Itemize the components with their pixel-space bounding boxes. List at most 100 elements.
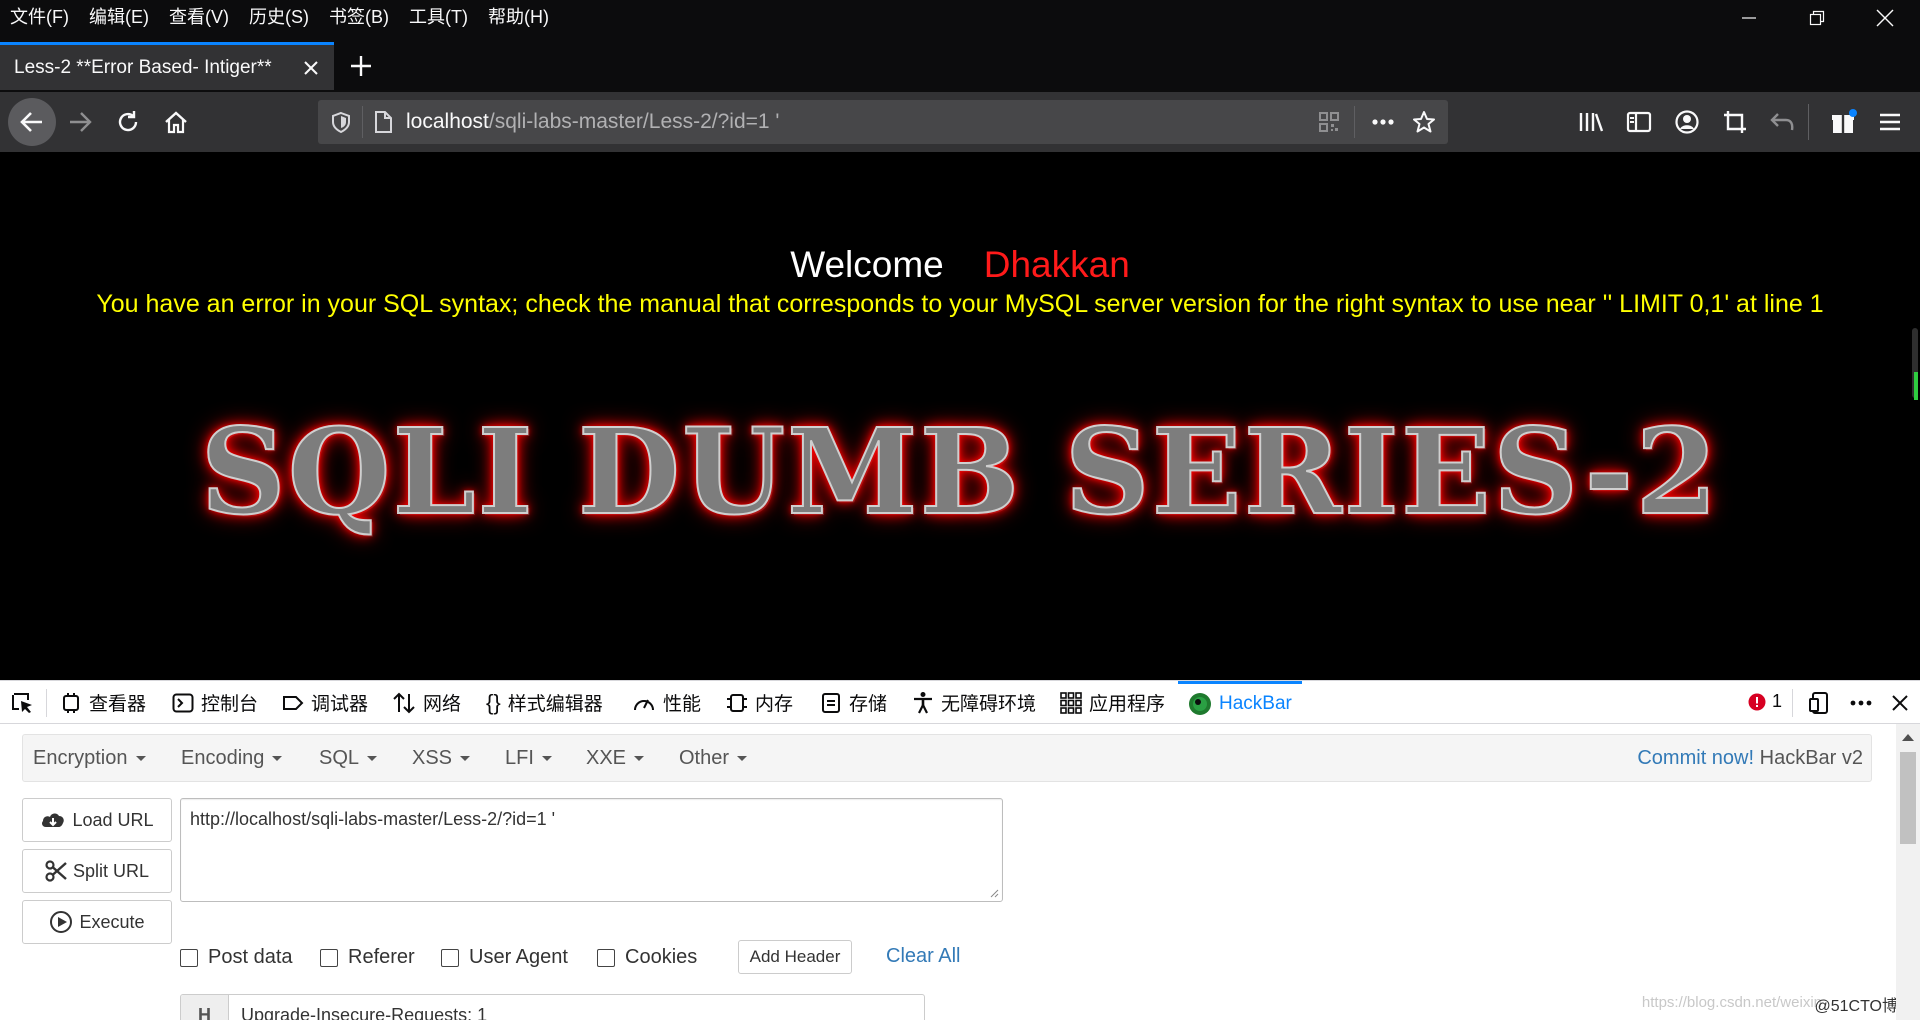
tab-debugger-label: 调试器	[311, 694, 369, 715]
welcome-text: Welcome	[790, 244, 944, 285]
checkbox-box[interactable]	[180, 948, 198, 967]
tab-performance-label: 性能	[663, 694, 702, 715]
checkbox-box[interactable]	[320, 948, 338, 967]
cookies-checkbox[interactable]: Cookies	[597, 946, 697, 969]
referer-checkbox[interactable]: Referer	[320, 946, 415, 969]
menu-bookmarks[interactable]: 书签(B)	[327, 4, 397, 30]
url-textarea[interactable]: http://localhost/sqli-labs-master/Less-2…	[180, 798, 1003, 902]
menu-help[interactable]: 帮助(H)	[486, 4, 557, 30]
tab-memory[interactable]: 内存	[726, 681, 793, 724]
restore-button[interactable]	[1784, 0, 1850, 36]
url-host: localhost	[406, 110, 489, 133]
sidebar-icon[interactable]	[1626, 110, 1652, 134]
header-row-input[interactable]: Upgrade-Insecure-Requests: 1	[241, 1005, 487, 1020]
tab-accessibility[interactable]: 无障碍环境	[912, 681, 1036, 724]
debugger-icon	[283, 695, 304, 710]
crop-screenshot-icon[interactable]	[1722, 109, 1748, 135]
storage-icon	[822, 692, 840, 713]
split-url-label: Split URL	[72, 860, 150, 881]
tab-debugger[interactable]: 调试器	[282, 681, 368, 724]
menu-encryption[interactable]: Encryption	[33, 747, 146, 770]
welcome-name: Dhakkan	[983, 244, 1130, 285]
error-counter[interactable]: 1	[1748, 691, 1782, 712]
url-text[interactable]: localhost/sqli-labs-master/Less-2/?id=1 …	[406, 110, 779, 134]
url-textarea-value: http://localhost/sqli-labs-master/Less-2…	[190, 809, 556, 829]
user-agent-label: User Agent	[469, 946, 568, 968]
menu-lfi[interactable]: LFI	[505, 747, 552, 770]
caret-down-icon	[541, 756, 552, 762]
menu-file[interactable]: 文件(F)	[8, 4, 77, 30]
tab-style-editor[interactable]: {} 样式编辑器	[486, 681, 603, 724]
home-button[interactable]	[154, 100, 198, 144]
referer-label: Referer	[348, 946, 415, 968]
forward-button[interactable]	[58, 100, 102, 144]
caret-down-icon	[737, 756, 748, 762]
menu-tools[interactable]: 工具(T)	[407, 4, 476, 30]
close-devtools-icon[interactable]	[1890, 693, 1910, 713]
menu-sql[interactable]: SQL	[319, 747, 378, 770]
more-actions-icon[interactable]	[1370, 111, 1396, 133]
minimize-button[interactable]	[1716, 0, 1782, 36]
tab-inspector[interactable]: 查看器	[60, 681, 146, 724]
commit-now-link[interactable]: Commit now!	[1637, 747, 1754, 769]
responsive-design-icon[interactable]	[1808, 691, 1832, 715]
menu-encoding[interactable]: Encoding	[181, 747, 283, 770]
arrow-left-icon	[20, 112, 42, 132]
qr-code-icon[interactable]	[1318, 111, 1340, 133]
reload-button[interactable]	[106, 100, 150, 144]
tab-network[interactable]: 网络	[392, 681, 461, 724]
checkbox-box[interactable]	[441, 948, 459, 967]
undo-icon[interactable]	[1770, 110, 1796, 134]
checkbox-box[interactable]	[597, 948, 615, 967]
menu-encoding-label: Encoding	[181, 747, 265, 769]
tab-close-icon[interactable]	[300, 57, 322, 79]
gift-icon[interactable]	[1830, 108, 1858, 136]
user-agent-checkbox[interactable]: User Agent	[441, 946, 568, 969]
tab-console[interactable]: 控制台	[172, 681, 258, 724]
cookies-label: Cookies	[625, 946, 698, 968]
banner-image: SQLI DUMB SERIES-2	[0, 401, 1920, 542]
resize-grip-icon[interactable]	[989, 888, 999, 898]
menu-other-label: Other	[679, 747, 730, 769]
tab-application[interactable]: 应用程序	[1060, 681, 1165, 724]
shield-icon[interactable]	[330, 111, 352, 133]
menu-edit[interactable]: 编辑(E)	[87, 4, 157, 30]
url-bar[interactable]: localhost/sqli-labs-master/Less-2/?id=1 …	[318, 100, 1448, 144]
tab-storage-label: 存储	[849, 694, 888, 715]
tab-accessibility-label: 无障碍环境	[941, 694, 1037, 715]
clear-all-link[interactable]: Clear All	[886, 945, 960, 968]
scroll-thumb[interactable]	[1900, 752, 1916, 844]
more-options-icon[interactable]	[1848, 691, 1874, 715]
new-tab-icon[interactable]	[345, 50, 377, 82]
load-url-button[interactable]: Load URL	[22, 798, 172, 842]
tab-performance[interactable]: 性能	[632, 681, 701, 724]
element-picker-icon[interactable]	[10, 691, 34, 715]
restore-icon	[1809, 10, 1825, 26]
account-icon[interactable]	[1674, 109, 1700, 135]
menu-xss[interactable]: XSS	[412, 747, 471, 770]
split-url-button[interactable]: Split URL	[22, 849, 172, 893]
tab-hackbar[interactable]: HackBar	[1178, 681, 1302, 724]
close-window-button[interactable]	[1852, 0, 1918, 36]
hackbar-scrollbar[interactable]	[1896, 724, 1920, 1020]
library-icon[interactable]	[1578, 110, 1604, 134]
hamburger-menu-icon[interactable]	[1878, 110, 1902, 134]
hackbar-commit: Commit now! HackBar v2	[1637, 747, 1863, 770]
post-data-checkbox[interactable]: Post data	[180, 946, 293, 969]
scroll-up-icon[interactable]	[1902, 734, 1914, 741]
tab-storage[interactable]: 存储	[820, 681, 887, 724]
menu-view[interactable]: 查看(V)	[167, 4, 237, 30]
tab-less-2[interactable]: Less-2 **Error Based- Intiger**	[0, 42, 334, 90]
play-circle-icon	[50, 911, 73, 933]
add-header-button[interactable]: Add Header	[738, 940, 852, 974]
page-icon[interactable]	[372, 110, 394, 134]
menu-history[interactable]: 历史(S)	[247, 4, 317, 30]
tab-memory-label: 内存	[755, 694, 794, 715]
performance-gauge-icon	[634, 699, 654, 710]
back-button[interactable]	[8, 98, 56, 146]
caret-down-icon	[460, 756, 471, 762]
menu-xxe[interactable]: XXE	[586, 747, 645, 770]
execute-button[interactable]: Execute	[22, 900, 172, 944]
menu-other[interactable]: Other	[679, 747, 748, 770]
bookmark-star-icon[interactable]	[1412, 110, 1436, 134]
